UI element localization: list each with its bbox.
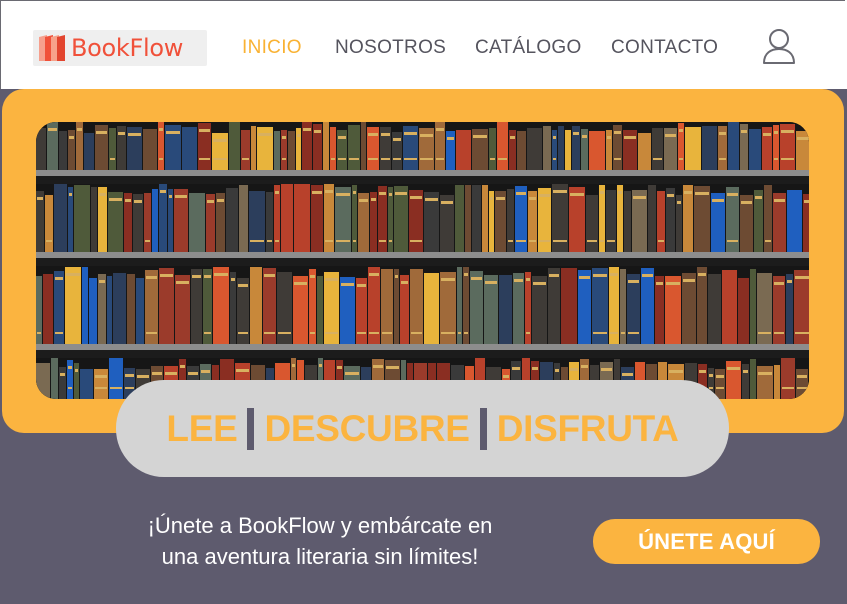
slogan-word-lee: LEE	[166, 407, 238, 449]
user-icon[interactable]	[761, 27, 797, 65]
nav-item-nosotros[interactable]: NOSOTROS	[335, 37, 446, 59]
bookflow-logo-icon	[39, 35, 65, 61]
hero-tagline: ¡Únete a BookFlow y embárcate en una ave…	[96, 510, 544, 572]
brand-name: BookFlow	[71, 34, 184, 62]
bookshelf-image	[36, 122, 809, 399]
nav-item-contacto[interactable]: CONTACTO	[611, 37, 718, 59]
nav-item-inicio[interactable]: INICIO	[242, 37, 302, 59]
slogan-divider	[247, 407, 255, 450]
nav-item-catalogo[interactable]: CATÁLOGO	[475, 37, 582, 59]
slogan-word-disfruta: DISFRUTA	[496, 407, 679, 449]
join-button[interactable]: ÚNETE AQUÍ	[593, 519, 820, 564]
slogan-word-descubre: DESCUBRE	[264, 407, 470, 449]
site-header: BookFlow INICIO NOSOTROS CATÁLOGO CONTAC…	[1, 1, 846, 89]
tagline-line-1: ¡Únete a BookFlow y embárcate en	[147, 513, 493, 538]
hero-slogan: LEE DESCUBRE DISFRUTA	[116, 380, 729, 477]
tagline-line-2: una aventura literaria sin límites!	[161, 544, 479, 569]
bookshelf-illustration	[36, 122, 809, 399]
brand-logo[interactable]: BookFlow	[33, 30, 207, 66]
slogan-divider	[479, 407, 487, 450]
